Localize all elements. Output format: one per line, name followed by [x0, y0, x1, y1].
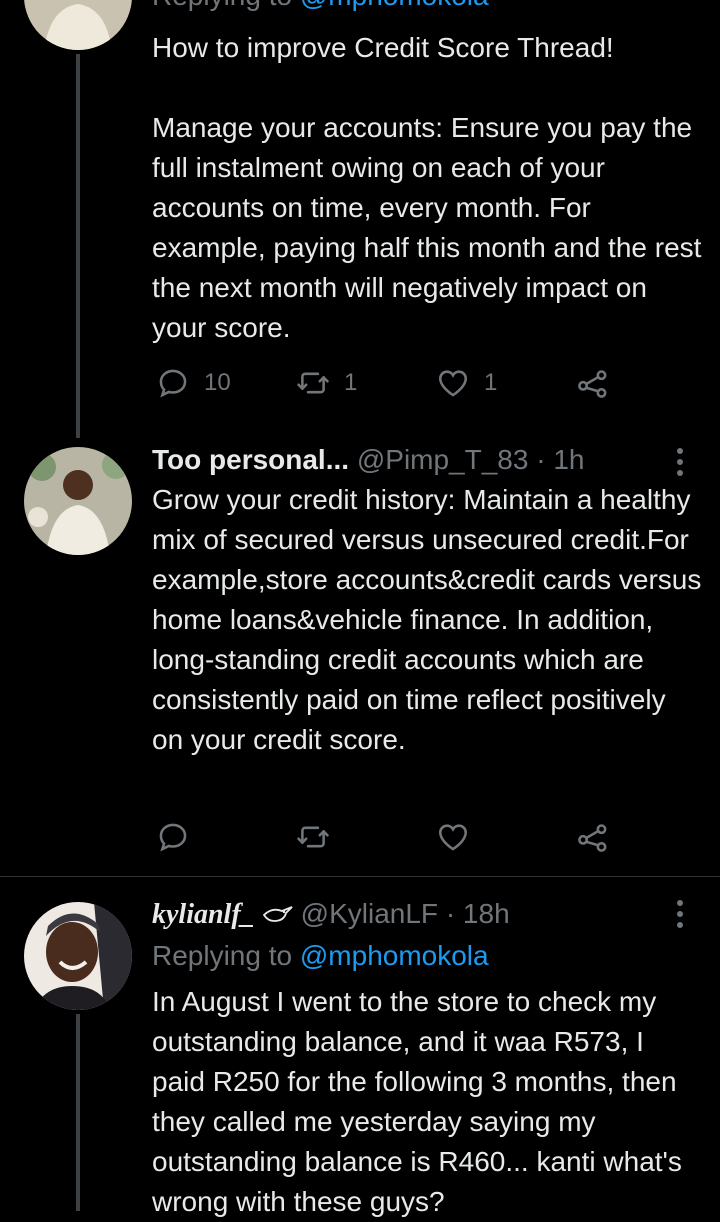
- share-button[interactable]: [576, 366, 610, 400]
- user-handle[interactable]: @KylianLF: [301, 898, 438, 929]
- tweet-header: kylianlf_ @KylianLF · 18h: [152, 894, 510, 935]
- retweet-icon: [297, 372, 329, 394]
- heart-icon: [438, 824, 468, 851]
- like-button[interactable]: 1: [436, 366, 497, 400]
- tweet-header: Too personal... @Pimp_T_83 · 1h: [152, 440, 584, 480]
- display-name[interactable]: kylianlf_: [152, 899, 301, 930]
- replying-prefix: Replying to: [152, 0, 292, 11]
- replying-to-line: Replying to @mphomokola: [152, 0, 489, 16]
- tweet-body: In August I went to the store to check m…: [152, 986, 690, 1217]
- more-options-icon[interactable]: [677, 900, 685, 933]
- divider: [0, 876, 720, 877]
- reply-icon: [159, 823, 187, 852]
- replying-handle-link[interactable]: @mphomokola: [300, 0, 489, 11]
- display-name-text: kylianlf_: [152, 899, 255, 930]
- reply-button[interactable]: [156, 820, 190, 854]
- replying-to-line: Replying to @mphomokola: [152, 936, 489, 976]
- share-icon: [578, 370, 607, 398]
- display-name[interactable]: Too personal...: [152, 444, 349, 475]
- reply-count: 10: [204, 369, 231, 396]
- tweet-title: How to improve Credit Score Thread!: [152, 32, 614, 63]
- tweet-body: Grow your credit history: Maintain a hea…: [152, 484, 710, 755]
- avatar[interactable]: [24, 447, 132, 555]
- thread-line: [76, 54, 80, 438]
- bird-emoji-icon: [262, 906, 293, 922]
- replying-prefix: Replying to: [152, 940, 293, 971]
- timestamp[interactable]: · 1h: [536, 444, 584, 475]
- retweet-button[interactable]: 1: [296, 366, 357, 400]
- tweet-body: Manage your accounts: Ensure you pay the…: [152, 112, 710, 343]
- retweet-icon: [297, 826, 329, 848]
- retweet-count: 1: [344, 369, 358, 396]
- avatar[interactable]: [24, 0, 132, 50]
- retweet-button[interactable]: [296, 820, 330, 854]
- heart-icon: [438, 370, 468, 397]
- reply-button[interactable]: 10: [156, 366, 231, 400]
- share-icon: [578, 824, 607, 852]
- avatar[interactable]: [24, 902, 132, 1010]
- more-options-icon[interactable]: [677, 448, 685, 481]
- replying-handle-link[interactable]: @mphomokola: [300, 940, 489, 971]
- like-count: 1: [484, 369, 498, 396]
- timestamp[interactable]: · 18h: [446, 898, 510, 929]
- thread-line: [76, 1014, 80, 1211]
- like-button[interactable]: [436, 820, 470, 854]
- user-handle[interactable]: @Pimp_T_83: [357, 444, 529, 475]
- reply-icon: [159, 369, 187, 398]
- share-button[interactable]: [576, 820, 610, 854]
